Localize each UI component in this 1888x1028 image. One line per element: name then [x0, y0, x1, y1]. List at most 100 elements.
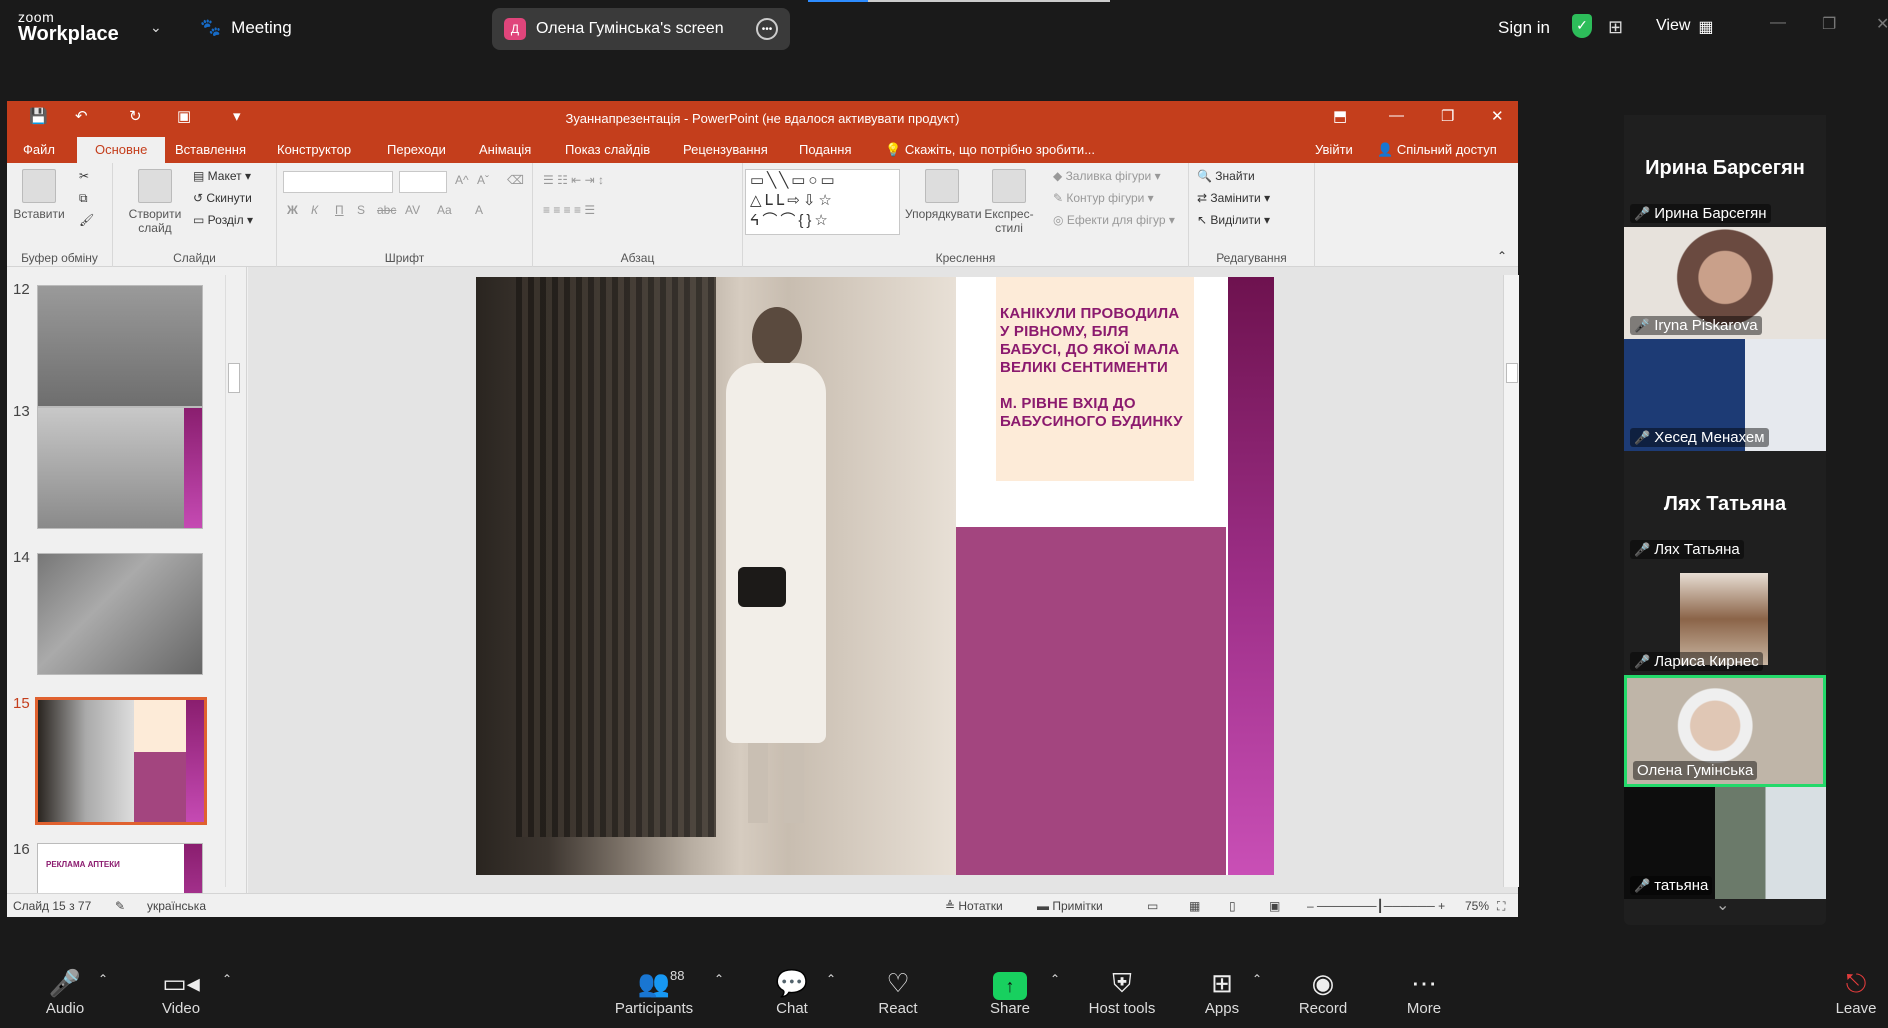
shrink-font-icon[interactable]: Aˇ	[477, 173, 489, 187]
apps-button[interactable]: ⊞ Apps	[1202, 966, 1242, 1017]
leave-button[interactable]: ⎋ Leave	[1834, 966, 1878, 1017]
shape-fill-button[interactable]: ◆ Заливка фігури ▾	[1053, 169, 1161, 183]
new-slide-button[interactable]: Створити слайд	[123, 169, 187, 235]
slide-sorter-icon[interactable]: ▦	[1189, 899, 1200, 913]
apps-options-caret[interactable]: ⌃	[1252, 972, 1262, 986]
participants-options-caret[interactable]: ⌃	[714, 972, 724, 986]
select-button[interactable]: ↖ Виділити ▾	[1197, 213, 1270, 227]
participant-tile[interactable]: Лях Татьяна 🎤 Лях Татьяна	[1624, 451, 1826, 563]
host-tools-button[interactable]: ⛨ Host tools	[1086, 966, 1158, 1017]
tell-me-box[interactable]: 💡 Скажіть, що потрібно зробити...	[885, 142, 1095, 158]
align-icons[interactable]: ≡ ≡ ≡ ≡ ☰	[543, 203, 595, 217]
collapse-ribbon-icon[interactable]: ⌃	[1497, 249, 1507, 263]
slide-photo[interactable]	[476, 277, 956, 875]
underline-button[interactable]: П	[335, 203, 344, 217]
tab-transitions[interactable]: Переходи	[387, 142, 446, 157]
paste-button[interactable]: Вставити	[13, 169, 65, 221]
restore-icon[interactable]: ❐	[1822, 14, 1836, 34]
apps-grid-icon[interactable]: ⊞	[1608, 17, 1623, 38]
copy-icon[interactable]: ⧉	[79, 191, 88, 206]
tab-slideshow[interactable]: Показ слайдів	[565, 142, 650, 157]
minimize-icon[interactable]: —	[1770, 14, 1786, 32]
char-spacing-button[interactable]: AV	[405, 203, 420, 217]
tab-animations[interactable]: Анімація	[479, 142, 531, 157]
participant-tile[interactable]: 🎤 татьяна	[1624, 787, 1826, 899]
chevron-down-icon[interactable]: ⌄	[150, 19, 162, 36]
strikethrough-button[interactable]: abc	[377, 203, 396, 217]
ppt-restore-icon[interactable]: ❐	[1441, 107, 1454, 125]
language-indicator[interactable]: українська	[147, 899, 206, 913]
slide-magenta-box[interactable]	[956, 527, 1226, 875]
normal-view-icon[interactable]: ▭	[1147, 899, 1158, 913]
spellcheck-icon[interactable]: ✎	[115, 899, 125, 913]
audio-options-caret[interactable]: ⌃	[98, 972, 108, 986]
security-shield-icon[interactable]: ✓	[1572, 14, 1592, 38]
font-name-input[interactable]	[283, 171, 393, 193]
video-options-caret[interactable]: ⌃	[222, 972, 232, 986]
font-size-input[interactable]	[399, 171, 447, 193]
tab-view[interactable]: Подання	[799, 142, 852, 157]
tab-design[interactable]: Конструктор	[277, 142, 351, 157]
layout-button[interactable]: ▤ Макет ▾	[193, 169, 251, 183]
quick-styles-button[interactable]: Експрес- стилі	[979, 169, 1039, 235]
italic-button[interactable]: К	[311, 203, 318, 217]
tab-file[interactable]: Файл	[23, 142, 55, 157]
more-options-icon[interactable]: •••	[756, 18, 778, 40]
audio-button[interactable]: 🎤 Audio	[40, 966, 90, 1017]
section-button[interactable]: ▭ Розділ ▾	[193, 213, 253, 227]
participant-tile-speaking[interactable]: Олена Гумінська	[1624, 675, 1826, 787]
slideshow-view-icon[interactable]: ▣	[1269, 899, 1280, 913]
participant-tile[interactable]: 🎤 Iryna Piskarova	[1624, 227, 1826, 339]
slide-thumbnail-16[interactable]: РЕКЛАМА АПТЕКИ	[37, 843, 203, 893]
record-button[interactable]: ◉ Record	[1298, 966, 1348, 1017]
slide-thumbnail-15[interactable]	[35, 697, 207, 825]
zoom-workplace-logo[interactable]: zoom Workplace	[18, 10, 119, 44]
participant-tile[interactable]: 🎤 Хесед Менахем	[1624, 339, 1826, 451]
find-button[interactable]: 🔍 Знайти	[1197, 169, 1255, 183]
zoom-slider[interactable]: – ───────┃────── +	[1307, 899, 1445, 913]
screen-share-pill[interactable]: Д Олена Гумінська's screen •••	[492, 8, 790, 50]
fit-slide-icon[interactable]: ⛶	[1497, 899, 1505, 914]
clear-format-icon[interactable]: ⌫	[507, 173, 524, 187]
grow-font-icon[interactable]: A^	[455, 173, 469, 187]
shape-outline-button[interactable]: ✎ Контур фігури ▾	[1053, 191, 1154, 205]
format-painter-icon[interactable]: 🖌	[79, 213, 94, 227]
zoom-level[interactable]: 75%	[1465, 899, 1489, 913]
more-button[interactable]: ⋯ More	[1404, 966, 1444, 1017]
slide-thumbnail-14[interactable]	[37, 553, 203, 675]
slide-text-box[interactable]: КАНІКУЛИ ПРОВОДИЛА У РІВНОМУ, БІЛЯ БАБУС…	[996, 277, 1194, 481]
share-options-caret[interactable]: ⌃	[1050, 972, 1060, 986]
meeting-menu[interactable]: 🐾 Meeting	[200, 18, 292, 38]
ribbon-display-icon[interactable]: ⬒	[1333, 107, 1347, 125]
participant-tile[interactable]: Ирина Барсегян 🎤 Ирина Барсегян	[1624, 115, 1826, 227]
reset-button[interactable]: ↺ Скинути	[193, 191, 252, 205]
current-slide[interactable]: КАНІКУЛИ ПРОВОДИЛА У РІВНОМУ, БІЛЯ БАБУС…	[476, 277, 1274, 875]
chat-button[interactable]: 💬 Chat	[772, 966, 812, 1017]
share-screen-button[interactable]: ↑ Share	[984, 966, 1036, 1017]
arrange-button[interactable]: Упорядкувати	[905, 169, 982, 221]
close-icon[interactable]: ✕	[1876, 14, 1888, 34]
tab-home[interactable]: Основне	[77, 137, 166, 163]
slide-thumbnail-12[interactable]	[37, 285, 203, 407]
participant-tile[interactable]: 🎤 Лариса Кирнес	[1624, 563, 1826, 675]
participants-button[interactable]: 👥 88 Participants	[604, 966, 704, 1017]
slide-thumbnail-13[interactable]	[37, 407, 203, 529]
tab-review[interactable]: Рецензування	[683, 142, 768, 157]
bold-button[interactable]: Ж	[287, 203, 298, 217]
shape-effects-button[interactable]: ◎ Ефекти для фігур ▾	[1053, 213, 1175, 227]
share-button[interactable]: 👤 Спільний доступ	[1377, 142, 1497, 158]
react-button[interactable]: ♡ React	[876, 966, 920, 1017]
tab-insert[interactable]: Вставлення	[175, 142, 246, 157]
replace-button[interactable]: ⇄ Замінити ▾	[1197, 191, 1270, 205]
shapes-gallery[interactable]: ▭╲╲▭○▭ △ᒪᒪ⇨⇩☆ ᔦ⌒⌒{}☆	[745, 169, 900, 235]
change-case-button[interactable]: Aa	[437, 203, 452, 217]
notes-button[interactable]: ≜ Нотатки	[945, 899, 1003, 913]
ppt-close-icon[interactable]: ✕	[1491, 107, 1504, 125]
shadow-button[interactable]: S	[357, 203, 365, 217]
comments-button[interactable]: ▬ Примітки	[1037, 899, 1103, 913]
ppt-sign-in[interactable]: Увійти	[1315, 142, 1353, 157]
sign-in-link[interactable]: Sign in	[1498, 18, 1550, 38]
reading-view-icon[interactable]: ▯	[1229, 899, 1236, 913]
video-button[interactable]: ▭◂ Video	[156, 966, 206, 1017]
chevron-down-icon[interactable]: ⌄	[1716, 895, 1729, 915]
